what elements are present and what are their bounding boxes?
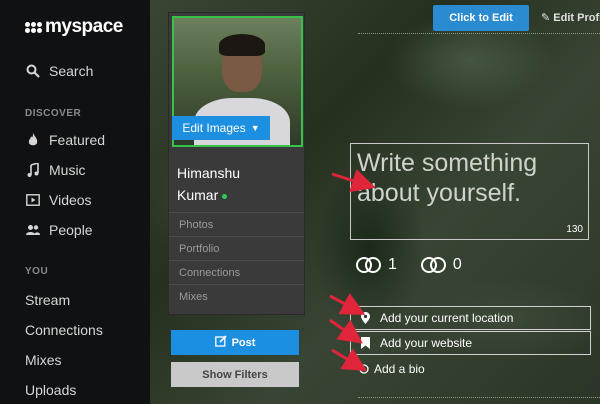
discover-heading: DISCOVER	[25, 108, 82, 119]
flame-icon	[25, 132, 41, 148]
bookmark-icon	[359, 337, 371, 349]
sidebar-item-uploads[interactable]: Uploads	[25, 382, 76, 398]
divider	[358, 397, 600, 398]
connections-out-icon	[420, 256, 447, 274]
sidebar-item-videos[interactable]: Videos	[25, 192, 92, 208]
pencil-icon: ✎	[541, 12, 551, 24]
profile-link-portfolio[interactable]: Portfolio	[169, 236, 304, 260]
sidebar-item-label: Videos	[49, 192, 92, 208]
sidebar-item-label: People	[49, 222, 93, 238]
post-button[interactable]: Post	[171, 330, 299, 355]
sidebar: myspace Search DISCOVER Featured Music V…	[0, 0, 150, 404]
profile-link-connections[interactable]: Connections	[169, 260, 304, 284]
logo-dots-icon	[25, 21, 42, 33]
edit-profile-label: Edit Profi	[553, 12, 600, 24]
profile-last-name: Kumar	[177, 187, 219, 203]
profile-links: Photos Portfolio Connections Mixes	[169, 212, 304, 308]
sidebar-item-stream[interactable]: Stream	[25, 292, 70, 308]
location-pin-icon	[359, 312, 371, 324]
you-heading: YOU	[25, 266, 49, 277]
connections-in-icon	[356, 256, 382, 274]
video-icon	[25, 192, 41, 208]
connections-in-count[interactable]: 1	[388, 256, 397, 274]
location-label: Add your current location	[380, 311, 514, 325]
edit-profile-link[interactable]: ✎ Edit Profi	[541, 11, 600, 24]
profile-link-mixes[interactable]: Mixes	[169, 284, 304, 308]
post-label: Post	[231, 336, 256, 349]
sidebar-item-label: Featured	[49, 132, 106, 148]
connection-stats: 1 0	[356, 256, 462, 274]
add-bio-label: Add a bio	[374, 362, 425, 376]
profile-link-photos[interactable]: Photos	[169, 212, 304, 236]
add-bio-link[interactable]: Add a bio	[358, 362, 425, 376]
location-field[interactable]: Add your current location	[350, 306, 591, 330]
search-icon	[25, 63, 41, 79]
music-note-icon	[25, 162, 41, 178]
people-icon	[25, 222, 41, 238]
click-to-edit-button[interactable]: Click to Edit	[433, 5, 529, 31]
sidebar-search-label: Search	[49, 63, 94, 79]
sidebar-item-label: Music	[49, 162, 86, 178]
sidebar-item-mixes[interactable]: Mixes	[25, 352, 62, 368]
sidebar-item-featured[interactable]: Featured	[25, 132, 105, 148]
bio-placeholder: Write something about yourself.	[357, 149, 538, 207]
bio-icon	[358, 364, 370, 374]
website-field[interactable]: Add your website	[350, 331, 591, 355]
sidebar-item-music[interactable]: Music	[25, 162, 86, 178]
edit-images-label: Edit Images	[182, 121, 246, 135]
online-status-icon	[222, 193, 228, 199]
sidebar-search[interactable]: Search	[25, 63, 93, 79]
chevron-down-icon: ▼	[250, 123, 260, 133]
website-label: Add your website	[380, 336, 473, 350]
profile-card: Edit Images ▼ Himanshu Kumar Photos Port…	[168, 12, 305, 315]
bio-textarea[interactable]: Write something about yourself. 130	[350, 143, 589, 240]
logo-text: myspace	[45, 16, 123, 37]
compose-icon	[214, 335, 227, 350]
myspace-logo[interactable]: myspace	[25, 16, 123, 38]
bio-char-count: 130	[566, 224, 583, 235]
profile-first-name: Himanshu	[177, 165, 241, 181]
sidebar-item-people[interactable]: People	[25, 222, 93, 238]
connections-out-count[interactable]: 0	[453, 256, 462, 274]
sidebar-item-connections[interactable]: Connections	[25, 322, 103, 338]
profile-name: Himanshu Kumar	[177, 162, 240, 206]
show-filters-button[interactable]: Show Filters	[171, 362, 299, 387]
edit-images-button[interactable]: Edit Images ▼	[172, 116, 270, 140]
divider	[358, 33, 600, 34]
